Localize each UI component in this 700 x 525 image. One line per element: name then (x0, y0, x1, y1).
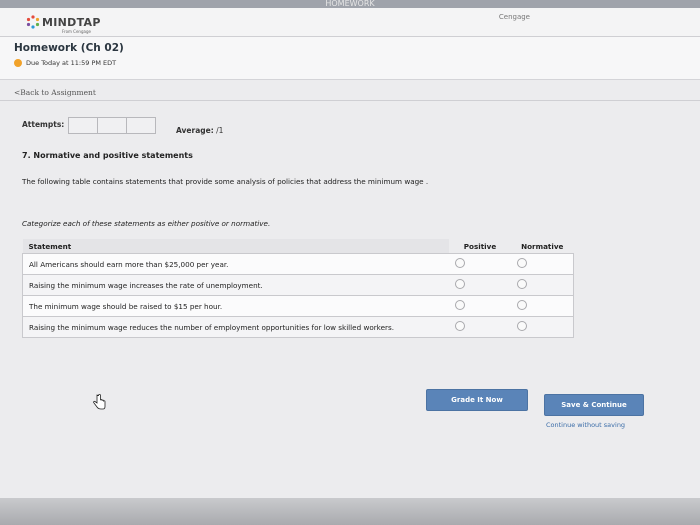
screen: HOMEWORK MINDTAP From Cengage Cengage Ho… (0, 0, 700, 525)
normative-radio[interactable] (517, 300, 527, 310)
page-title: Homework (Ch 02) (14, 42, 124, 54)
logo-subtext: From Cengage (62, 29, 91, 34)
normative-column-header: Normative (521, 241, 564, 251)
divider (0, 100, 700, 101)
statement-text: All Americans should earn more than $25,… (22, 253, 449, 275)
positive-column-header: Positive (463, 241, 497, 251)
attempts-label: Attempts: (22, 120, 65, 129)
cengage-brand: Cengage (498, 13, 530, 21)
mindtap-logo[interactable]: MINDTAP From Cengage (26, 13, 136, 37)
mindtap-logo-icon (26, 15, 40, 29)
due-status-icon (14, 59, 22, 67)
average-label: Average: (176, 126, 214, 135)
table-row: The minimum wage should be raised to $15… (22, 295, 574, 317)
question-title: 7. Normative and positive statements (22, 151, 193, 160)
positive-radio[interactable] (455, 258, 465, 268)
table-header-row: Statement Positive Normative (22, 239, 574, 254)
top-strip: HOMEWORK (0, 0, 700, 8)
top-strip-text: HOMEWORK (325, 0, 375, 8)
save-and-continue-button[interactable]: Save & Continue (544, 394, 644, 416)
normative-radio[interactable] (517, 258, 527, 268)
logo-text: MINDTAP (42, 16, 101, 29)
positive-radio[interactable] (455, 300, 465, 310)
back-to-assignment-link[interactable]: <Back to Assignment (14, 88, 96, 97)
grade-it-now-button[interactable]: Grade It Now (426, 389, 528, 411)
statement-text: Raising the minimum wage increases the r… (22, 274, 449, 296)
table-row: All Americans should earn more than $25,… (22, 253, 574, 275)
app-header: MINDTAP From Cengage Cengage (0, 8, 700, 37)
attempt-box (97, 117, 127, 134)
positive-radio[interactable] (455, 321, 465, 331)
screen-bezel (0, 498, 700, 525)
statement-text: The minimum wage should be raised to $15… (22, 295, 449, 317)
continue-without-saving-link[interactable]: Continue without saving (546, 421, 625, 429)
attempts-indicator (68, 117, 156, 134)
positive-radio[interactable] (455, 279, 465, 289)
average-value: /1 (216, 126, 224, 135)
course-bar: Homework (Ch 02) Due Today at 11:59 PM E… (0, 37, 700, 80)
statement-table: Statement Positive Normative All America… (22, 239, 574, 338)
table-row: Raising the minimum wage reduces the num… (22, 316, 574, 338)
question-instruction: Categorize each of these statements as e… (22, 219, 271, 228)
table-row: Raising the minimum wage increases the r… (22, 274, 574, 296)
statement-text: Raising the minimum wage reduces the num… (22, 316, 449, 338)
average-score: Average: /1 (176, 126, 223, 135)
due-date: Due Today at 11:59 PM EDT (14, 59, 116, 67)
due-date-text: Due Today at 11:59 PM EDT (26, 59, 117, 67)
hand-cursor-icon (93, 394, 106, 410)
normative-radio[interactable] (517, 321, 527, 331)
attempt-box (68, 117, 98, 134)
statement-column-header: Statement (22, 239, 449, 254)
question-description: The following table contains statements … (22, 177, 429, 186)
normative-radio[interactable] (517, 279, 527, 289)
attempt-box (126, 117, 156, 134)
